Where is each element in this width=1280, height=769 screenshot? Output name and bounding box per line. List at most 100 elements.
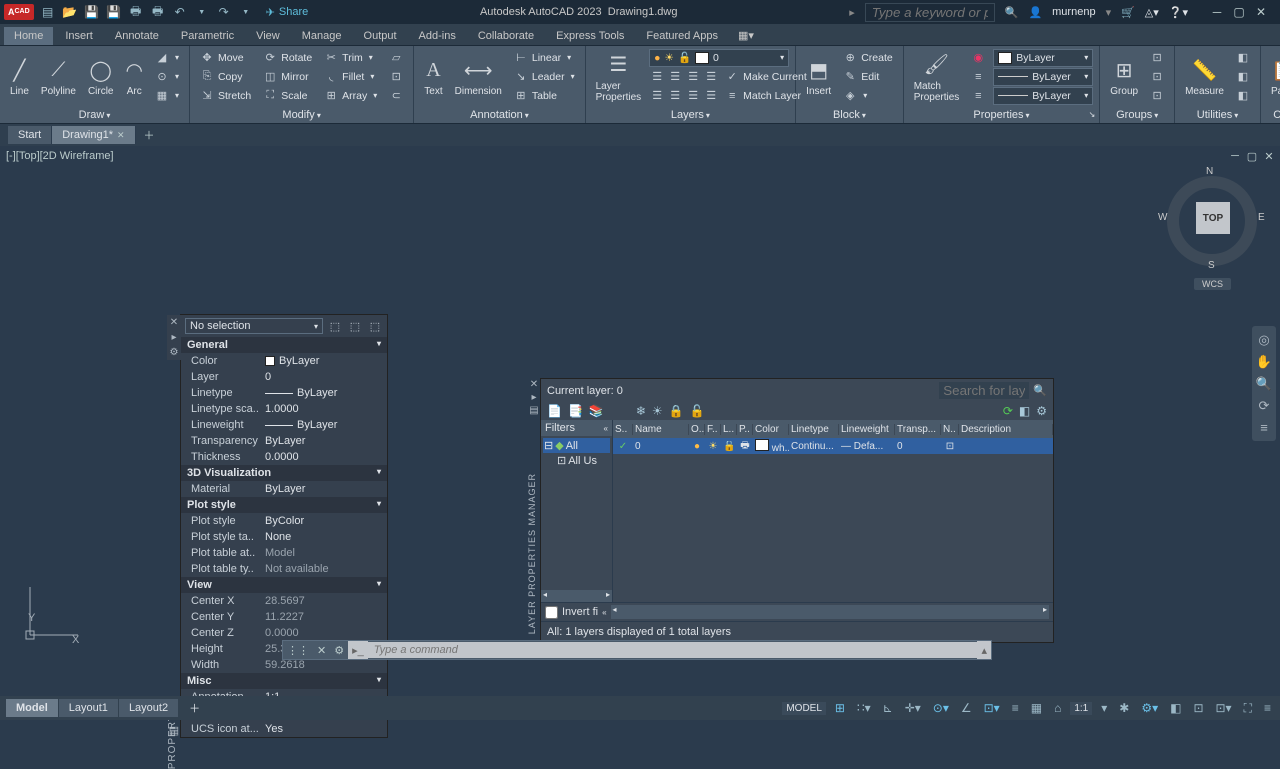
prop-row[interactable]: Thickness0.0000 (181, 449, 387, 465)
layer-combo[interactable]: ●☀🔓0▾ (649, 49, 789, 67)
lt-icon[interactable]: ≡ (967, 87, 989, 105)
prop-row[interactable]: UCS icon at...Yes (181, 721, 387, 737)
color-wheel-icon[interactable]: ◉ (967, 49, 989, 67)
osnap-toggle[interactable]: ⊡▾ (981, 701, 1003, 715)
refresh-icon[interactable]: ⟳ (1003, 404, 1013, 418)
rotate-button[interactable]: ⟳Rotate (259, 49, 316, 67)
prop-row[interactable]: Center Z0.0000 (181, 625, 387, 641)
vp-close[interactable]: ✕ (1262, 150, 1276, 163)
anno-scale[interactable]: 1:1 (1070, 702, 1092, 715)
circle-button[interactable]: ◯Circle (84, 54, 118, 99)
nav-wheel-icon[interactable]: ◎ (1254, 332, 1274, 348)
layout-2[interactable]: Layout2 (119, 699, 178, 717)
vp-max[interactable]: ▢ (1245, 150, 1259, 163)
new-icon[interactable]: ▤ (40, 4, 56, 20)
section-view[interactable]: View▾ (181, 577, 387, 593)
selectobj-icon[interactable]: ⬚ (347, 320, 363, 333)
help-icon[interactable]: ❔▾ (1169, 6, 1188, 19)
monitor-toggle[interactable]: ◧ (1167, 701, 1184, 715)
lay-t2[interactable]: ☰ (667, 68, 683, 86)
move-button[interactable]: ✥Move (196, 49, 255, 67)
tab-featured[interactable]: Featured Apps (636, 27, 728, 45)
prop-row[interactable]: LinetypeByLayer (181, 385, 387, 401)
table-button[interactable]: ⊞Table (510, 87, 579, 105)
mirror-button[interactable]: ◫Mirror (259, 68, 316, 86)
layer-hscroll[interactable]: ◂▸ (611, 605, 1049, 619)
undo-icon[interactable]: ↶ (172, 4, 188, 20)
transparency-toggle[interactable]: ▦ (1028, 701, 1045, 715)
dimension-button[interactable]: ⟷Dimension (451, 54, 506, 99)
scale-button[interactable]: ⛶Scale (259, 87, 316, 105)
lt-combo[interactable]: ByLayer▾ (993, 87, 1093, 105)
measure-button[interactable]: 📏Measure (1181, 54, 1228, 99)
line-button[interactable]: ╱Line (6, 54, 33, 99)
close-tab-icon[interactable]: ✕ (117, 130, 125, 141)
tab-extra-icon[interactable]: ▦▾ (730, 26, 762, 45)
tab-insert[interactable]: Insert (55, 27, 103, 45)
anno-monitor[interactable]: ✱ (1116, 701, 1132, 715)
isolate-toggle[interactable]: ⊡▾ (1213, 701, 1235, 715)
undo-dd-icon[interactable]: ▼ (194, 4, 210, 20)
autodesk-icon[interactable]: ◬▾ (1145, 6, 1159, 19)
hwacc-toggle[interactable]: ⊡ (1190, 701, 1206, 715)
isodraft-toggle[interactable]: ⊙▾ (930, 701, 952, 715)
lw-icon[interactable]: ≡ (967, 68, 989, 86)
close-button[interactable]: ✕ (1252, 5, 1270, 19)
tab-manage[interactable]: Manage (292, 27, 352, 45)
drawing-area[interactable]: [-][Top][2D Wireframe] ─▢✕ YX TOP N S E … (0, 146, 1280, 692)
matchlayer-button[interactable]: ≡Match Layer (721, 87, 805, 105)
help-search-input[interactable] (865, 3, 995, 22)
linear-button[interactable]: ⊢Linear▾ (510, 49, 579, 67)
tab-home[interactable]: Home (4, 27, 53, 45)
selection-combo[interactable]: No selection▾ (185, 318, 323, 334)
cmd-close-icon[interactable]: ✕ (313, 644, 330, 657)
cmd-history-icon[interactable]: ▴ (977, 641, 991, 659)
lineweight-toggle[interactable]: ≡ (1009, 701, 1022, 715)
freeze-icon[interactable]: ❄ (636, 404, 646, 418)
filters-header[interactable]: Filters« (541, 420, 612, 436)
thaw-icon[interactable]: ☀ (652, 404, 663, 418)
ortho-toggle[interactable]: ⊾ (880, 701, 896, 715)
viewcube[interactable]: TOP N S E W WCS (1162, 166, 1262, 286)
prop-close-icon[interactable]: ✕ (168, 315, 180, 330)
cleanscreen-toggle[interactable]: ⛶ (1241, 701, 1255, 716)
draw-tool2[interactable]: ⊙▾ (151, 68, 183, 86)
paste-button[interactable]: 📋Paste (1267, 54, 1280, 99)
otrack-toggle[interactable]: ∠ (958, 701, 975, 715)
customize-status[interactable]: ≡ (1261, 701, 1274, 715)
save-icon[interactable]: 💾 (84, 4, 100, 20)
tab-express[interactable]: Express Tools (546, 27, 634, 45)
draw-tool1[interactable]: ◢▾ (151, 49, 183, 67)
lw-combo[interactable]: ByLayer▾ (993, 68, 1093, 86)
invert-filter-checkbox[interactable] (545, 606, 558, 619)
draw-tool3[interactable]: ▦▾ (151, 87, 183, 105)
select-cycling[interactable]: ⌂ (1051, 701, 1064, 715)
cmd-grip-icon[interactable]: ⋮⋮ (283, 644, 313, 657)
section-3dviz[interactable]: 3D Visualization▾ (181, 465, 387, 481)
layer-grid-header[interactable]: S.. Name O.. F.. L.. P.. Color Linetype … (613, 420, 1053, 438)
lay-b1[interactable]: ☰ (649, 87, 665, 105)
new-group-icon[interactable]: 📑 (568, 404, 583, 418)
redo-dd-icon[interactable]: ▼ (238, 4, 254, 20)
filetab-start[interactable]: Start (8, 126, 52, 144)
leader-button[interactable]: ↘Leader▾ (510, 68, 579, 86)
viewport-label[interactable]: [-][Top][2D Wireframe] (6, 150, 114, 162)
vp-min[interactable]: ─ (1228, 150, 1242, 163)
prop-row[interactable]: Plot table at..Model (181, 545, 387, 561)
layer-row-0[interactable]: ✓ 0 ● ☀ 🔓 🖶 wh... Continu... — Defa... 0… (613, 438, 1053, 454)
unlock-icon[interactable]: 🔓 (690, 404, 705, 418)
grid-toggle[interactable]: ⊞ (832, 701, 848, 715)
prop-row[interactable]: ColorByLayer (181, 353, 387, 369)
modify-t1[interactable]: ▱ (385, 49, 407, 67)
polar-toggle[interactable]: ✛▾ (902, 701, 924, 715)
open-icon[interactable]: 📂 (62, 4, 78, 20)
edit-button[interactable]: ✎Edit (839, 68, 897, 86)
color-combo[interactable]: ByLayer▾ (993, 49, 1093, 67)
plot-icon[interactable]: 🖶 (128, 4, 144, 20)
lock-icon[interactable]: 🔒 (669, 404, 684, 418)
tab-parametric[interactable]: Parametric (171, 27, 244, 45)
lm-pin-icon[interactable]: ▸ (531, 392, 536, 403)
user-icon[interactable]: 👤 (1028, 6, 1042, 19)
tab-addins[interactable]: Add-ins (409, 27, 466, 45)
nav-orbit-icon[interactable]: ⟳ (1254, 398, 1274, 414)
